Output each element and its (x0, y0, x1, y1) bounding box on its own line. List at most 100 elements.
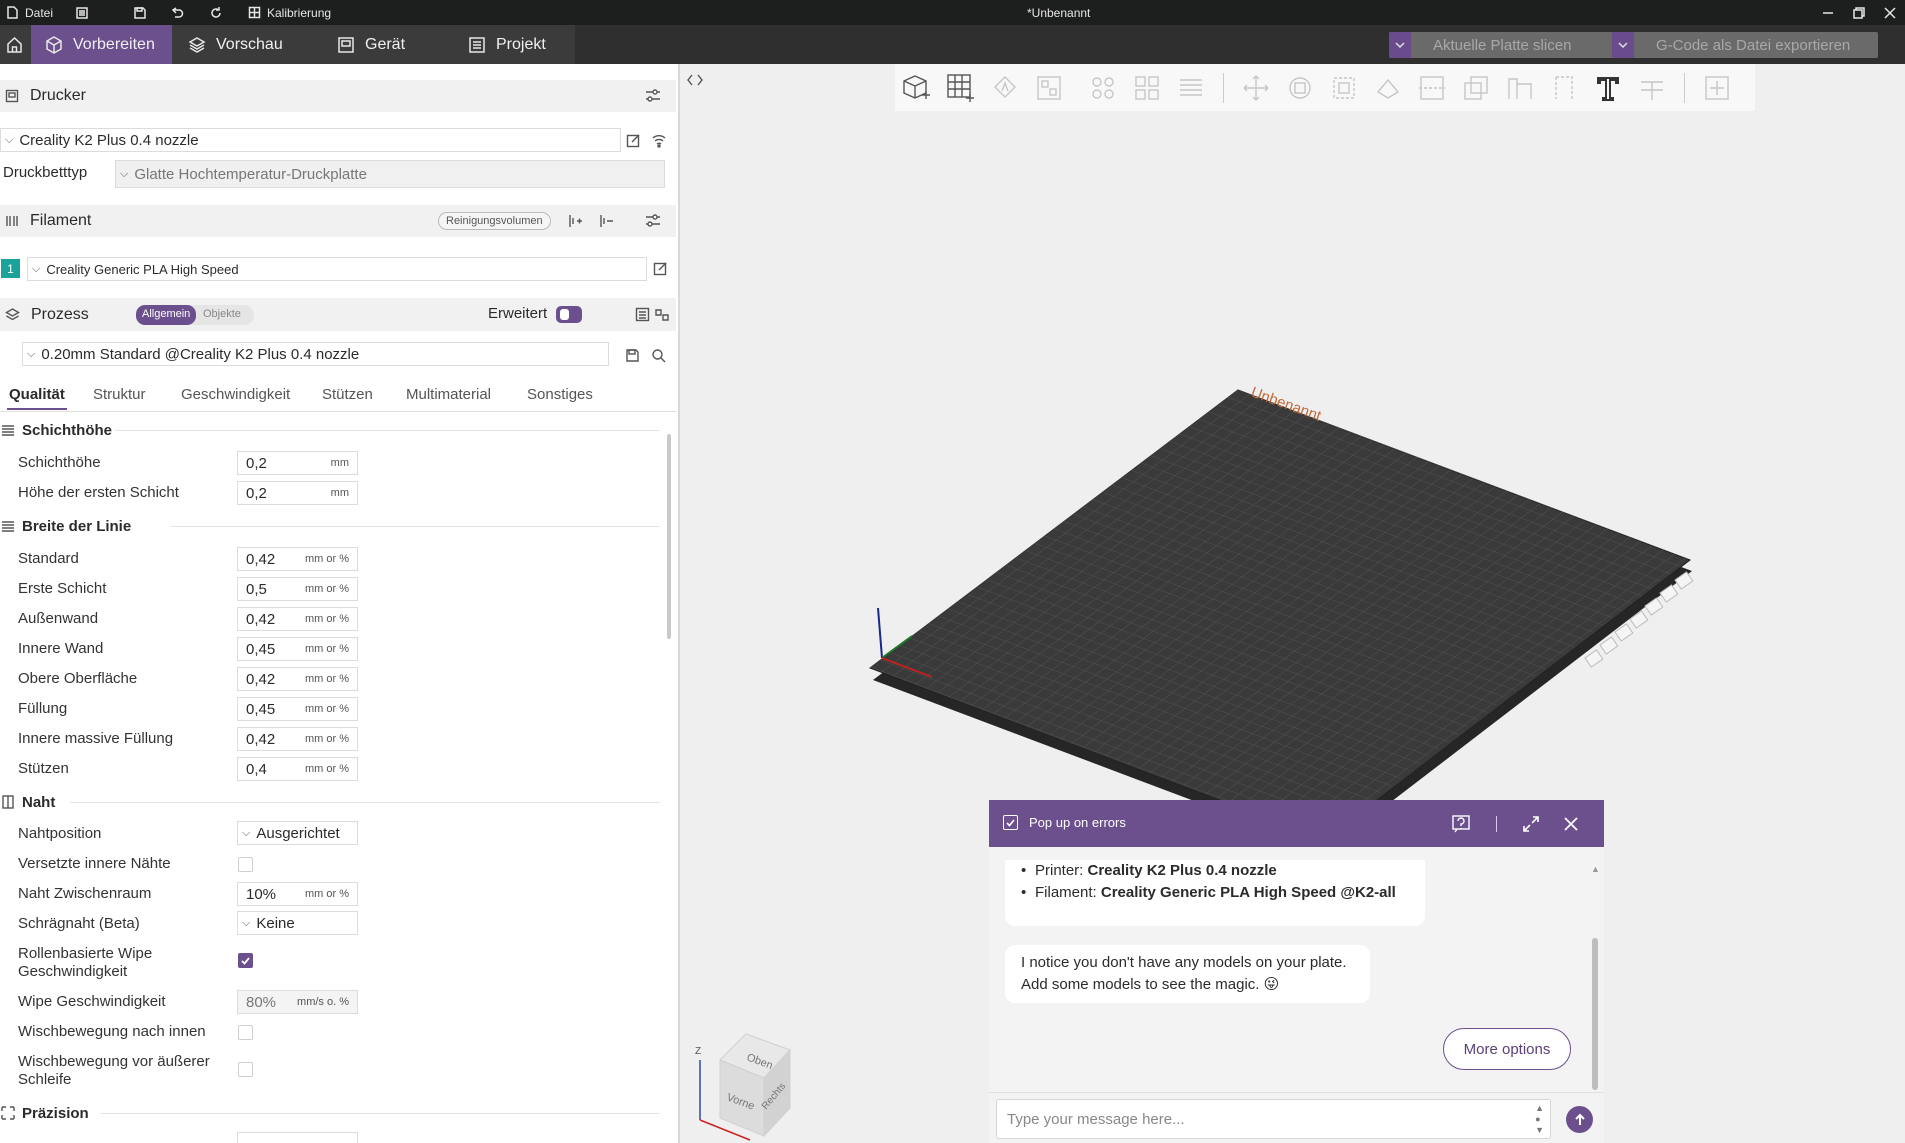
file-menu[interactable]: Datei (6, 0, 53, 25)
staggered-seams-checkbox[interactable] (238, 857, 253, 872)
line-width-outer-wall-input[interactable]: 0,42 mm or % (237, 607, 358, 631)
roll-wipe-checkbox[interactable] (238, 953, 253, 968)
tab-speed[interactable]: Geschwindigkeit (181, 386, 290, 403)
tab-prepare[interactable]: Vorbereiten (31, 25, 172, 64)
layers-editing-icon[interactable] (1173, 70, 1209, 106)
build-plate[interactable]: Unbenannt (860, 380, 1720, 820)
measure-icon[interactable] (1634, 70, 1670, 106)
scarf-seam-select[interactable]: ⌵ Keine (237, 911, 358, 935)
export-gcode-button[interactable]: G-Code als Datei exportieren (1612, 32, 1878, 58)
compare-icon[interactable] (632, 304, 652, 324)
layer-height-input[interactable]: 0,2 mm (237, 451, 358, 475)
redo-icon[interactable] (209, 0, 223, 25)
settings-scrollbar[interactable] (667, 434, 671, 639)
wipe-before-outer-checkbox[interactable] (238, 1062, 253, 1077)
search-icon[interactable] (648, 345, 668, 365)
add-plate-icon[interactable] (943, 70, 979, 106)
cut-icon[interactable] (1414, 70, 1450, 106)
printer-select[interactable]: ⌵ Creality K2 Plus 0.4 nozzle (0, 128, 621, 152)
wipe-inward-checkbox[interactable] (238, 1025, 253, 1040)
seam-paint-icon[interactable] (1546, 70, 1582, 106)
home-button[interactable] (0, 25, 30, 64)
line-width-inner-wall-input[interactable]: 0,45 mm or % (237, 637, 358, 661)
menu-icon[interactable] (75, 0, 89, 25)
save-preset-icon[interactable] (622, 345, 642, 365)
text-icon[interactable] (1590, 70, 1626, 106)
rotate-icon[interactable] (1282, 70, 1318, 106)
add-object-icon[interactable] (899, 70, 935, 106)
split-parts-icon[interactable] (1129, 70, 1165, 106)
filament-settings-icon[interactable] (643, 211, 663, 231)
line-width-default-input[interactable]: 0,42 mm or % (237, 547, 358, 571)
checkmark-icon (241, 957, 250, 965)
chevron-down-icon[interactable] (1612, 32, 1634, 58)
precision-icon (0, 1106, 16, 1120)
lay-on-face-icon[interactable] (1370, 70, 1406, 106)
seam-gap-input[interactable]: 10% mm or % (237, 882, 358, 906)
tab-project[interactable]: Projekt (458, 25, 556, 64)
undo-icon[interactable] (170, 0, 184, 25)
boolean-icon[interactable] (1458, 70, 1494, 106)
split-objects-icon[interactable] (1085, 70, 1121, 106)
filament-slot-badge[interactable]: 1 (1, 259, 20, 278)
bed-type-select[interactable]: ⌵ Glatte Hochtemperatur-Druckplatte (115, 160, 665, 188)
precision-first-input[interactable] (237, 1132, 358, 1143)
flush-volume-button[interactable]: Reinigungsvolumen (438, 212, 551, 230)
expand-icon[interactable] (1519, 812, 1543, 836)
tab-supports[interactable]: Stützen (322, 386, 373, 403)
line-width-top-surface-input[interactable]: 0,42 mm or % (237, 667, 358, 691)
toggle-general[interactable]: Allgemein (136, 305, 197, 325)
edit-filament-icon[interactable] (650, 258, 670, 278)
tab-structure[interactable]: Struktur (93, 386, 146, 403)
tab-preview[interactable]: Vorschau (178, 25, 293, 64)
close-chat-icon[interactable] (1559, 812, 1583, 836)
support-paint-icon[interactable] (1502, 70, 1538, 106)
auto-orient-icon[interactable] (987, 70, 1023, 106)
line-width-support-input[interactable]: 0,4 mm or % (237, 757, 358, 781)
arrange-icon[interactable] (1031, 70, 1067, 106)
slice-plate-button[interactable]: Aktuelle Platte slicen (1389, 32, 1617, 58)
chat-input-spinner-icon[interactable]: ▲ ● ▼ (1535, 1103, 1544, 1136)
tab-device[interactable]: Gerät (327, 25, 415, 64)
printer-settings-icon[interactable] (643, 86, 663, 106)
edit-printer-icon[interactable] (623, 130, 643, 150)
view-cube[interactable]: Oben Vorne Rechts Z (690, 1030, 800, 1143)
line-width-first-layer-input[interactable]: 0,5 mm or % (237, 577, 358, 601)
remove-filament-icon[interactable] (596, 211, 616, 231)
calibration-menu[interactable]: Kalibrierung (248, 0, 331, 25)
move-icon[interactable] (1238, 70, 1274, 106)
seam-position-select[interactable]: ⌵ Ausgerichtet (237, 821, 358, 845)
line-width-infill-input[interactable]: 0,45 mm or % (237, 697, 358, 721)
line-width-solid-infill-input[interactable]: 0,42 mm or % (237, 727, 358, 751)
viewport-toolbar (895, 64, 1755, 111)
process-settings-icon[interactable] (651, 304, 671, 324)
toggle-objects[interactable]: Objekte (197, 305, 247, 325)
scale-icon[interactable] (1326, 70, 1362, 106)
tab-multimaterial[interactable]: Multimaterial (406, 386, 491, 403)
tab-others[interactable]: Sonstiges (527, 386, 593, 403)
filament-select[interactable]: ⌵ Creality Generic PLA High Speed (27, 257, 647, 281)
process-preset-select[interactable]: ⌵ 0.20mm Standard @Creality K2 Plus 0.4 … (22, 342, 609, 366)
first-layer-height-input[interactable]: 0,2 mm (237, 481, 358, 505)
wifi-icon[interactable] (649, 130, 669, 150)
printer-section-header: Drucker (0, 80, 676, 112)
popup-errors-checkbox[interactable] (1003, 815, 1018, 830)
minimize-icon[interactable] (1822, 0, 1834, 25)
add-filament-icon[interactable] (565, 211, 585, 231)
save-icon[interactable] (133, 0, 147, 25)
send-button[interactable] (1566, 1106, 1593, 1133)
chat-input-field[interactable]: Type your message here... ▲ ● ▼ (996, 1099, 1551, 1139)
advanced-toggle[interactable] (556, 306, 582, 323)
chevron-down-icon[interactable] (1389, 32, 1411, 58)
help-icon[interactable] (1449, 812, 1473, 836)
collapse-panel-icon[interactable] (683, 68, 707, 92)
chat-scroll-up-icon[interactable]: ▲ (1591, 864, 1600, 874)
close-window-icon[interactable] (1884, 0, 1896, 25)
chat-input-area: Type your message here... ▲ ● ▼ (989, 1092, 1604, 1143)
tab-quality[interactable]: Qualität (9, 386, 65, 403)
more-options-button[interactable]: More options (1443, 1028, 1571, 1070)
assembly-icon[interactable] (1699, 70, 1735, 106)
wipe-speed-input[interactable]: 80% mm/s o. % (237, 990, 358, 1014)
restore-icon[interactable] (1853, 0, 1865, 25)
chat-scrollbar[interactable] (1592, 938, 1598, 1090)
